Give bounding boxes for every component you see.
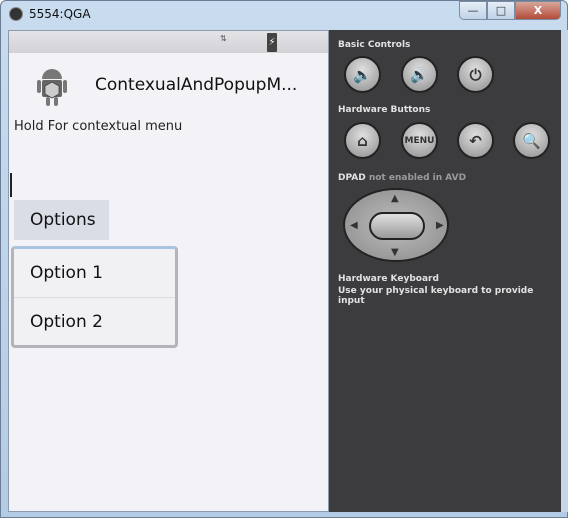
back-icon[interactable]: ↶ <box>457 122 494 159</box>
status-bar: ⇅ ⚡ <box>9 31 328 53</box>
dpad-note: not enabled in AVD <box>368 173 467 183</box>
minimize-button[interactable]: — <box>459 1 487 20</box>
dpad-down-icon[interactable]: ▼ <box>391 247 399 258</box>
window-title: 5554:QGA <box>29 7 91 21</box>
title-bar: 5554:QGA <box>9 7 91 21</box>
emulator-window: 5554:QGA — □ X ⇅ ⚡ ContexualAndPopupM...… <box>0 0 568 518</box>
hint-text[interactable]: Hold For contextual menu <box>14 119 182 134</box>
dpad-up-icon[interactable]: ▲ <box>391 193 399 204</box>
emulator-icon <box>9 7 23 21</box>
maximize-button[interactable]: □ <box>487 1 515 20</box>
popup-item-option-1[interactable]: Option 1 <box>14 249 175 297</box>
popup-item-option-2[interactable]: Option 2 <box>14 297 175 345</box>
window-scrollbar[interactable] <box>561 30 568 512</box>
home-icon[interactable]: ⌂ <box>344 122 381 159</box>
power-icon[interactable]: ⏻ <box>457 56 494 93</box>
close-button[interactable]: X <box>515 1 561 20</box>
menu-button[interactable]: MENU <box>401 122 438 159</box>
search-icon[interactable]: 🔍 <box>513 122 550 159</box>
popup-menu: Option 1 Option 2 <box>11 246 178 348</box>
hardware-buttons-label: Hardware Buttons <box>338 105 431 115</box>
text-cursor <box>10 173 12 197</box>
dpad[interactable]: ▲ ▼ ◀ ▶ <box>343 188 449 262</box>
battery-charging-icon: ⚡ <box>267 33 277 52</box>
app-title: ContexualAndPopupM... <box>95 75 298 95</box>
android-app-icon <box>37 69 67 106</box>
options-button[interactable]: Options <box>14 200 109 240</box>
hardware-keyboard-label: Hardware Keyboard <box>338 274 439 284</box>
volume-up-icon[interactable]: 🔊 <box>401 56 438 93</box>
data-signal-icon: ⇅ <box>220 34 227 43</box>
phone-screen: ⇅ ⚡ ContexualAndPopupM... Hold For conte… <box>8 30 329 512</box>
dpad-right-icon[interactable]: ▶ <box>436 220 444 231</box>
volume-down-icon[interactable]: 🔈 <box>344 56 381 93</box>
hardware-keyboard-note: Use your physical keyboard to provide in… <box>338 286 534 306</box>
dpad-label: DPAD <box>338 173 366 183</box>
dpad-center-button[interactable] <box>369 212 425 240</box>
basic-controls-label: Basic Controls <box>338 40 411 50</box>
dpad-left-icon[interactable]: ◀ <box>350 220 358 231</box>
emulator-controls-panel: Basic Controls 🔈 🔊 ⏻ Hardware Buttons ⌂ … <box>329 30 561 512</box>
